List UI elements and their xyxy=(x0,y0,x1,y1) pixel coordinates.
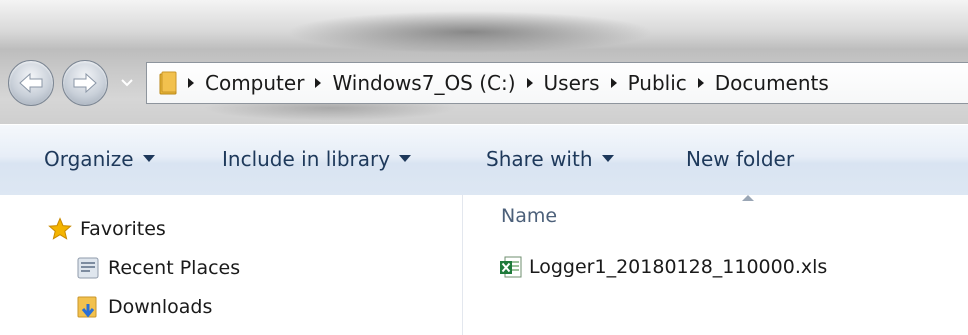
breadcrumb-drive[interactable]: Windows7_OS (C:) xyxy=(328,71,519,95)
share-with-label: Share with xyxy=(486,147,593,171)
navigation-pane: Favorites Recent Places Downloads xyxy=(0,195,463,335)
recent-places-label: Recent Places xyxy=(108,257,241,279)
folder-icon xyxy=(159,71,181,95)
file-name: Logger1_20180128_110000.xls xyxy=(529,256,828,278)
file-row[interactable]: Logger1_20180128_110000.xls xyxy=(499,255,827,279)
breadcrumb-users[interactable]: Users xyxy=(540,71,604,95)
share-with-button[interactable]: Share with xyxy=(486,147,614,171)
include-in-library-label: Include in library xyxy=(222,147,391,171)
sort-ascending-icon xyxy=(742,195,754,201)
forward-arrow-icon xyxy=(73,72,97,94)
new-folder-label: New folder xyxy=(686,147,795,171)
back-button[interactable] xyxy=(8,60,54,106)
column-header-name[interactable]: Name xyxy=(501,205,557,227)
nav-item-favorites[interactable]: Favorites xyxy=(48,217,166,241)
back-arrow-icon xyxy=(19,72,43,94)
nav-item-downloads[interactable]: Downloads xyxy=(76,295,212,319)
breadcrumb-public[interactable]: Public xyxy=(624,71,691,95)
forward-button[interactable] xyxy=(62,60,108,106)
breadcrumb-arrow-icon[interactable] xyxy=(308,77,328,89)
address-bar[interactable]: Computer Windows7_OS (C:) Users Public D… xyxy=(146,62,968,104)
dropdown-arrow-icon xyxy=(601,155,614,162)
organize-button[interactable]: Organize xyxy=(44,147,155,171)
recent-pages-dropdown[interactable] xyxy=(118,74,136,92)
excel-file-icon xyxy=(499,255,523,279)
dropdown-arrow-icon xyxy=(399,155,412,162)
recent-places-icon xyxy=(76,256,100,280)
include-in-library-button[interactable]: Include in library xyxy=(222,147,412,171)
organize-label: Organize xyxy=(44,147,134,171)
downloads-icon xyxy=(76,295,100,319)
breadcrumb-documents[interactable]: Documents xyxy=(711,71,833,95)
explorer-titlebar: Computer Windows7_OS (C:) Users Public D… xyxy=(0,0,968,124)
favorites-label: Favorites xyxy=(80,218,166,240)
new-folder-button[interactable]: New folder xyxy=(686,147,794,171)
file-list-pane: Name Logger1_20180128_110000.xls xyxy=(463,195,968,335)
breadcrumb-arrow-icon[interactable] xyxy=(691,77,711,89)
breadcrumb-arrow-icon[interactable] xyxy=(181,77,201,89)
explorer-content: Favorites Recent Places Downloads Name L… xyxy=(0,195,968,335)
nav-item-recent-places[interactable]: Recent Places xyxy=(76,256,240,280)
dropdown-arrow-icon xyxy=(142,155,155,162)
star-icon xyxy=(48,217,72,241)
chevron-down-icon xyxy=(121,79,133,87)
breadcrumb-arrow-icon[interactable] xyxy=(520,77,540,89)
command-bar: Organize Include in library Share with N… xyxy=(0,124,968,196)
breadcrumb-computer[interactable]: Computer xyxy=(201,71,308,95)
breadcrumb-arrow-icon[interactable] xyxy=(604,77,624,89)
downloads-label: Downloads xyxy=(108,296,213,318)
